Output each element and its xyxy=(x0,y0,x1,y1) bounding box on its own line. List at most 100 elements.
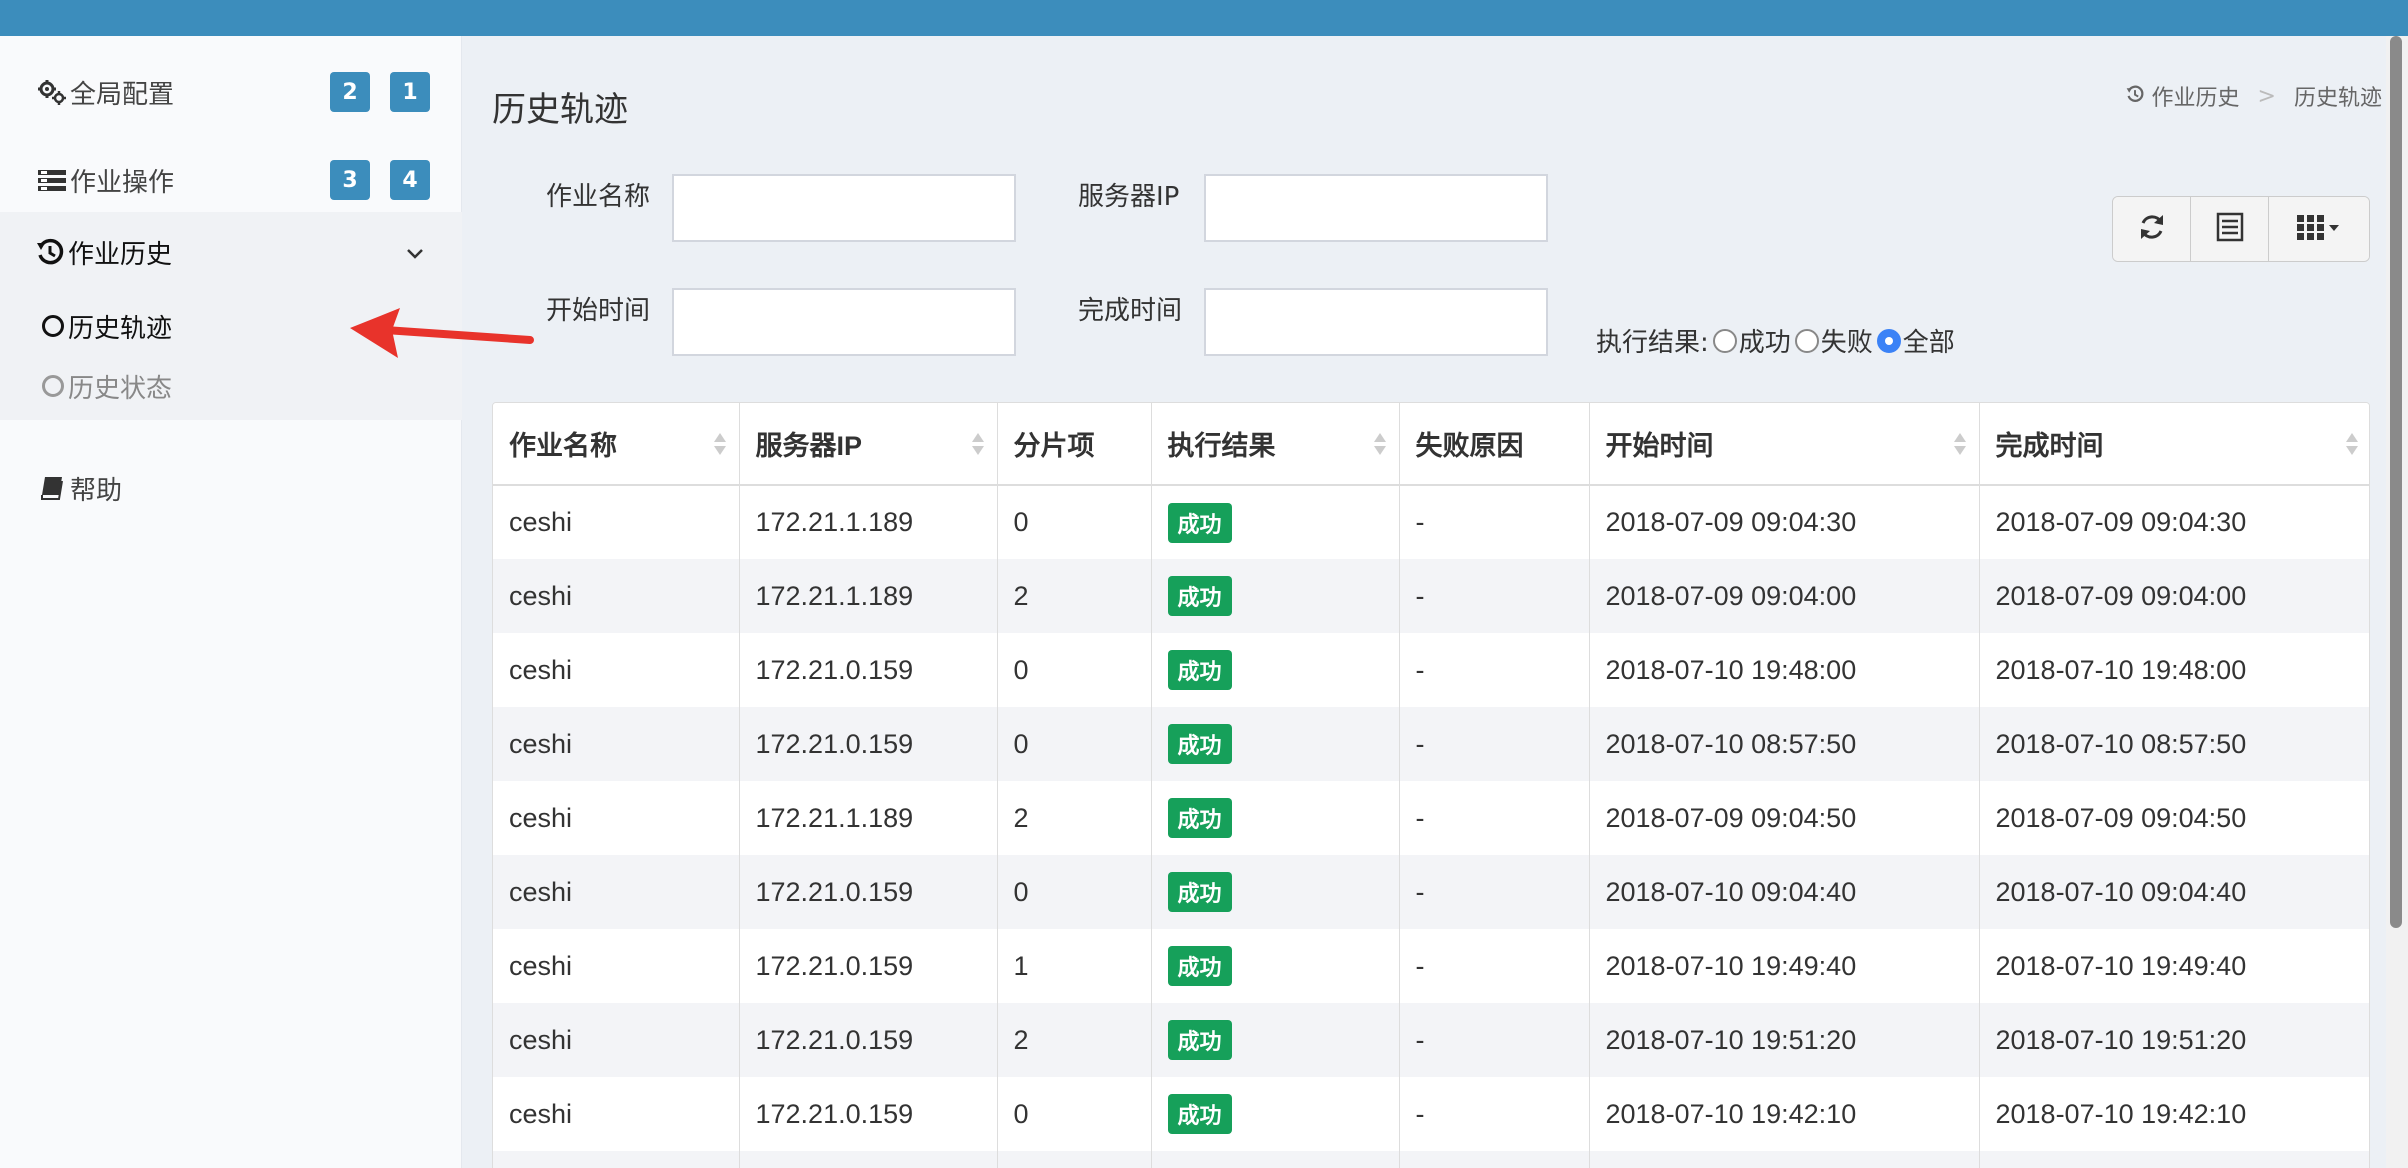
cell-job-name: ceshi xyxy=(493,559,740,633)
cell-shard: 2 xyxy=(997,781,1152,855)
sidebar-subitem-label: 历史状态 xyxy=(68,373,173,404)
sidebar-item-job-history[interactable]: 作业历史 xyxy=(0,212,462,292)
columns-icon xyxy=(2297,213,2341,245)
cell-failure-reason: - xyxy=(1399,559,1590,633)
cell-shard: 0 xyxy=(997,485,1152,559)
columns-dropdown-button[interactable] xyxy=(2269,197,2369,261)
table-row: ceshi 172.21.1.189 2 成功 - 2018-07-09 09:… xyxy=(493,559,2369,633)
cell-result: 成功 xyxy=(1151,559,1400,633)
sidebar-item-label: 作业历史 xyxy=(68,239,173,270)
end-time-input[interactable] xyxy=(1204,288,1548,356)
cell-end-time: 2018-07-09 09:04:00 xyxy=(1979,559,2369,633)
status-badge: 成功 xyxy=(1167,798,1232,838)
sort-icon xyxy=(1373,433,1386,455)
scrollbar-thumb[interactable] xyxy=(2390,36,2402,928)
cell-shard: 2 xyxy=(997,1003,1152,1077)
column-header-label: 服务器IP xyxy=(755,431,863,461)
sidebar: 全局配置 2 1 作业操作 3 4 作业历史 历史轨迹 历史状态 帮助 xyxy=(0,36,462,1168)
table-row: ceshi 172.21.1.189 2 成功 - 2018-07-09 09:… xyxy=(493,781,2369,855)
radio-success[interactable] xyxy=(1712,328,1737,353)
status-badge: 成功 xyxy=(1167,946,1232,986)
cell-failure-reason xyxy=(1399,1151,1590,1168)
refresh-button[interactable] xyxy=(2113,197,2191,261)
radio-failure[interactable] xyxy=(1794,328,1819,353)
start-time-label: 开始时间 xyxy=(546,296,651,326)
cell-start-time: 2018-07-10 19:49:40 xyxy=(1589,929,1980,1003)
column-header-failure-reason: 失败原因 xyxy=(1399,403,1590,486)
breadcrumb-separator: > xyxy=(2257,83,2276,109)
sidebar-subitem-history-trace[interactable]: 历史轨迹 xyxy=(42,306,172,346)
sort-icon xyxy=(1953,433,1966,455)
sort-icon xyxy=(2346,433,2358,455)
table-row: ceshi 172.21.0.159 0 成功 - 2018-07-10 19:… xyxy=(493,1077,2369,1151)
breadcrumb-link[interactable]: 作业历史 xyxy=(2152,80,2240,112)
history-table: 作业名称 服务器IP 分片项 执行结果 失败原因 开始时间 完成时间 ceshi… xyxy=(492,402,2370,1168)
page-scrollbar[interactable] xyxy=(2386,36,2408,1168)
table-row: ceshi 172.21.0.159 2 成功 - 2018-07-10 19:… xyxy=(493,1003,2369,1077)
count-badge: 1 xyxy=(390,72,430,112)
table-row xyxy=(493,1151,2369,1168)
sidebar-subitem-history-status[interactable]: 历史状态 xyxy=(42,366,172,406)
cell-server-ip: 172.21.1.189 xyxy=(739,781,998,855)
cell-job-name: ceshi xyxy=(493,1003,740,1077)
column-header-server-ip[interactable]: 服务器IP xyxy=(739,403,998,486)
toggle-view-icon xyxy=(2216,212,2244,246)
server-ip-input[interactable] xyxy=(1204,174,1548,242)
cell-result: 成功 xyxy=(1151,1003,1400,1077)
top-navbar xyxy=(0,0,2408,36)
job-name-input[interactable] xyxy=(672,174,1016,242)
book-icon xyxy=(36,472,68,504)
cell-failure-reason: - xyxy=(1399,929,1590,1003)
cell-job-name: ceshi xyxy=(493,781,740,855)
radio-success-label: 成功 xyxy=(1738,328,1791,358)
cell-shard: 0 xyxy=(997,633,1152,707)
cell-start-time xyxy=(1589,1151,1980,1168)
column-header-end-time[interactable]: 完成时间 xyxy=(1979,403,2369,486)
cell-end-time: 2018-07-10 09:04:40 xyxy=(1979,855,2369,929)
column-header-label: 开始时间 xyxy=(1605,431,1714,461)
chevron-down-icon[interactable] xyxy=(406,238,424,268)
cell-job-name: ceshi xyxy=(493,929,740,1003)
cell-start-time: 2018-07-10 19:51:20 xyxy=(1589,1003,1980,1077)
cell-server-ip: 172.21.0.159 xyxy=(739,707,998,781)
breadcrumb-current: 历史轨迹 xyxy=(2293,86,2382,111)
radio-all[interactable] xyxy=(1876,328,1901,353)
cell-failure-reason: - xyxy=(1399,485,1590,559)
cell-failure-reason: - xyxy=(1399,781,1590,855)
count-badge: 4 xyxy=(390,160,430,200)
table-row: ceshi 172.21.0.159 0 成功 - 2018-07-10 08:… xyxy=(493,707,2369,781)
breadcrumb: 作业历史 > 历史轨迹 xyxy=(2126,80,2382,112)
sidebar-item-help[interactable]: 帮助 xyxy=(0,460,462,516)
start-time-input[interactable] xyxy=(672,288,1016,356)
column-header-result[interactable]: 执行结果 xyxy=(1151,403,1400,486)
cell-shard: 2 xyxy=(997,559,1152,633)
cell-job-name: ceshi xyxy=(493,855,740,929)
sidebar-item-global-config[interactable]: 全局配置 2 1 xyxy=(0,64,462,120)
list-icon xyxy=(36,164,68,196)
toggle-view-button[interactable] xyxy=(2191,197,2269,261)
cell-end-time: 2018-07-09 09:04:30 xyxy=(1979,485,2369,559)
sidebar-item-label: 全局配置 xyxy=(70,79,175,110)
cell-start-time: 2018-07-10 19:48:00 xyxy=(1589,633,1980,707)
column-header-label: 失败原因 xyxy=(1415,431,1524,461)
column-header-label: 分片项 xyxy=(1013,431,1095,461)
status-badge: 成功 xyxy=(1167,724,1232,764)
cell-result: 成功 xyxy=(1151,1077,1400,1151)
count-badge: 3 xyxy=(330,160,370,200)
sidebar-item-job-operation[interactable]: 作业操作 3 4 xyxy=(0,152,462,208)
server-ip-label: 服务器IP xyxy=(1078,182,1180,212)
column-header-job-name[interactable]: 作业名称 xyxy=(493,403,740,486)
cell-result: 成功 xyxy=(1151,781,1400,855)
column-header-start-time[interactable]: 开始时间 xyxy=(1589,403,1980,486)
cell-server-ip: 172.21.0.159 xyxy=(739,929,998,1003)
history-icon xyxy=(34,236,66,268)
gears-icon xyxy=(36,76,68,108)
circle-icon xyxy=(42,375,64,397)
table-row: ceshi 172.21.0.159 0 成功 - 2018-07-10 19:… xyxy=(493,633,2369,707)
column-header-label: 完成时间 xyxy=(1995,431,2104,461)
page-title: 历史轨迹 xyxy=(492,90,628,130)
cell-end-time xyxy=(1979,1151,2369,1168)
cell-start-time: 2018-07-09 09:04:00 xyxy=(1589,559,1980,633)
cell-end-time: 2018-07-10 19:51:20 xyxy=(1979,1003,2369,1077)
sidebar-item-label: 作业操作 xyxy=(70,167,175,198)
